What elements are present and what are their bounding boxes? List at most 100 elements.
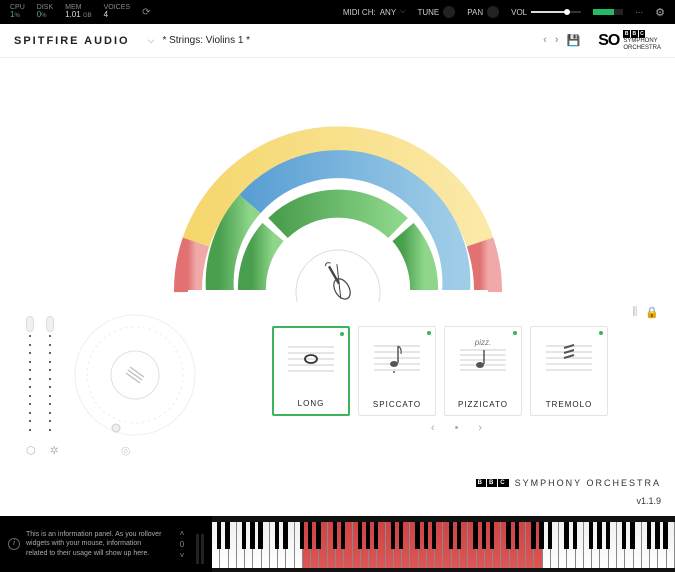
big-knob[interactable] bbox=[70, 310, 200, 440]
tightness-icon[interactable]: ✲ bbox=[50, 444, 59, 457]
piano-key[interactable] bbox=[468, 522, 476, 568]
piano-key-black[interactable] bbox=[258, 522, 262, 549]
preset-selector[interactable]: ⌵ * Strings: Violins 1 * ‹ › 💾 bbox=[140, 34, 589, 47]
piano-key-black[interactable] bbox=[647, 522, 651, 549]
piano-key[interactable] bbox=[419, 522, 427, 568]
piano-key-black[interactable] bbox=[275, 522, 279, 549]
piano-key[interactable] bbox=[361, 522, 369, 568]
piano-key[interactable] bbox=[427, 522, 435, 568]
piano-key[interactable] bbox=[394, 522, 402, 568]
piano-key[interactable] bbox=[501, 522, 509, 568]
virtual-keyboard[interactable] bbox=[212, 516, 675, 572]
piano-key[interactable] bbox=[477, 522, 485, 568]
artic-next-button[interactable]: › bbox=[478, 422, 482, 434]
piano-key[interactable] bbox=[584, 522, 592, 568]
piano-key[interactable] bbox=[402, 522, 410, 568]
piano-key[interactable] bbox=[452, 522, 460, 568]
piano-key[interactable] bbox=[262, 522, 270, 568]
piano-key-black[interactable] bbox=[449, 522, 453, 549]
piano-key[interactable] bbox=[328, 522, 336, 568]
reload-icon[interactable]: ⟳ bbox=[142, 7, 150, 18]
piano-key-black[interactable] bbox=[506, 522, 510, 549]
piano-key[interactable] bbox=[344, 522, 352, 568]
piano-key[interactable] bbox=[543, 522, 551, 568]
piano-key[interactable] bbox=[567, 522, 575, 568]
articulation-spiccato[interactable]: SPICCATO bbox=[358, 326, 436, 416]
piano-key[interactable] bbox=[319, 522, 327, 568]
piano-key-black[interactable] bbox=[589, 522, 593, 549]
piano-key[interactable] bbox=[518, 522, 526, 568]
articulation-tremolo[interactable]: TREMOLO bbox=[530, 326, 608, 416]
piano-key-black[interactable] bbox=[573, 522, 577, 549]
piano-key[interactable] bbox=[493, 522, 501, 568]
piano-key[interactable] bbox=[435, 522, 443, 568]
piano-key-black[interactable] bbox=[399, 522, 403, 549]
piano-key-black[interactable] bbox=[630, 522, 634, 549]
piano-key-black[interactable] bbox=[622, 522, 626, 549]
piano-key[interactable] bbox=[410, 522, 418, 568]
piano-key[interactable] bbox=[617, 522, 625, 568]
piano-key-black[interactable] bbox=[225, 522, 229, 549]
preset-next-button[interactable]: › bbox=[555, 34, 559, 47]
piano-key-black[interactable] bbox=[539, 522, 543, 549]
midi-channel-select[interactable]: MIDI CH: ANY ⌵ bbox=[343, 8, 406, 17]
piano-key-black[interactable] bbox=[482, 522, 486, 549]
piano-key-black[interactable] bbox=[548, 522, 552, 549]
piano-key[interactable] bbox=[510, 522, 518, 568]
piano-key[interactable] bbox=[336, 522, 344, 568]
piano-key-black[interactable] bbox=[341, 522, 345, 549]
piano-key[interactable] bbox=[576, 522, 584, 568]
piano-key-black[interactable] bbox=[316, 522, 320, 549]
piano-key[interactable] bbox=[270, 522, 278, 568]
piano-key-black[interactable] bbox=[283, 522, 287, 549]
piano-key-black[interactable] bbox=[606, 522, 610, 549]
piano-key[interactable] bbox=[658, 522, 666, 568]
piano-key[interactable] bbox=[485, 522, 493, 568]
piano-key-black[interactable] bbox=[597, 522, 601, 549]
piano-key[interactable] bbox=[353, 522, 361, 568]
piano-key[interactable] bbox=[600, 522, 608, 568]
piano-key-black[interactable] bbox=[391, 522, 395, 549]
target-icon[interactable]: ◎ bbox=[121, 444, 131, 457]
piano-key[interactable] bbox=[592, 522, 600, 568]
piano-key[interactable] bbox=[634, 522, 642, 568]
artic-prev-button[interactable]: ‹ bbox=[431, 422, 435, 434]
piano-key-black[interactable] bbox=[366, 522, 370, 549]
piano-key[interactable] bbox=[386, 522, 394, 568]
piano-key-black[interactable] bbox=[250, 522, 254, 549]
piano-key[interactable] bbox=[534, 522, 542, 568]
dynamics-slider[interactable] bbox=[46, 316, 54, 434]
piano-key-black[interactable] bbox=[217, 522, 221, 549]
piano-key-black[interactable] bbox=[564, 522, 568, 549]
piano-key[interactable] bbox=[642, 522, 650, 568]
piano-key[interactable] bbox=[303, 522, 311, 568]
piano-key-black[interactable] bbox=[432, 522, 436, 549]
save-preset-icon[interactable]: 💾 bbox=[567, 34, 581, 47]
piano-key[interactable] bbox=[667, 522, 675, 568]
piano-key-black[interactable] bbox=[415, 522, 419, 549]
piano-key-black[interactable] bbox=[333, 522, 337, 549]
piano-key-black[interactable] bbox=[300, 522, 304, 549]
piano-key[interactable] bbox=[286, 522, 294, 568]
articulation-pizzicato[interactable]: pizz.PIZZICATO bbox=[444, 326, 522, 416]
piano-key-black[interactable] bbox=[531, 522, 535, 549]
piano-key[interactable] bbox=[229, 522, 237, 568]
piano-key[interactable] bbox=[526, 522, 534, 568]
piano-key[interactable] bbox=[551, 522, 559, 568]
volume-slider[interactable]: VOL bbox=[511, 8, 581, 17]
piano-key-black[interactable] bbox=[655, 522, 659, 549]
piano-key[interactable] bbox=[212, 522, 220, 568]
piano-key-black[interactable] bbox=[242, 522, 246, 549]
lock-icon[interactable]: 🔒 bbox=[645, 306, 659, 319]
piano-key-black[interactable] bbox=[358, 522, 362, 549]
piano-key[interactable] bbox=[443, 522, 451, 568]
piano-key[interactable] bbox=[559, 522, 567, 568]
piano-key-black[interactable] bbox=[473, 522, 477, 549]
pan-knob[interactable]: PAN bbox=[467, 6, 499, 18]
release-icon[interactable]: ⬡ bbox=[26, 444, 36, 457]
piano-key[interactable] bbox=[609, 522, 617, 568]
piano-key[interactable] bbox=[625, 522, 633, 568]
expression-slider[interactable] bbox=[26, 316, 34, 434]
piano-key[interactable] bbox=[377, 522, 385, 568]
piano-key[interactable] bbox=[311, 522, 319, 568]
